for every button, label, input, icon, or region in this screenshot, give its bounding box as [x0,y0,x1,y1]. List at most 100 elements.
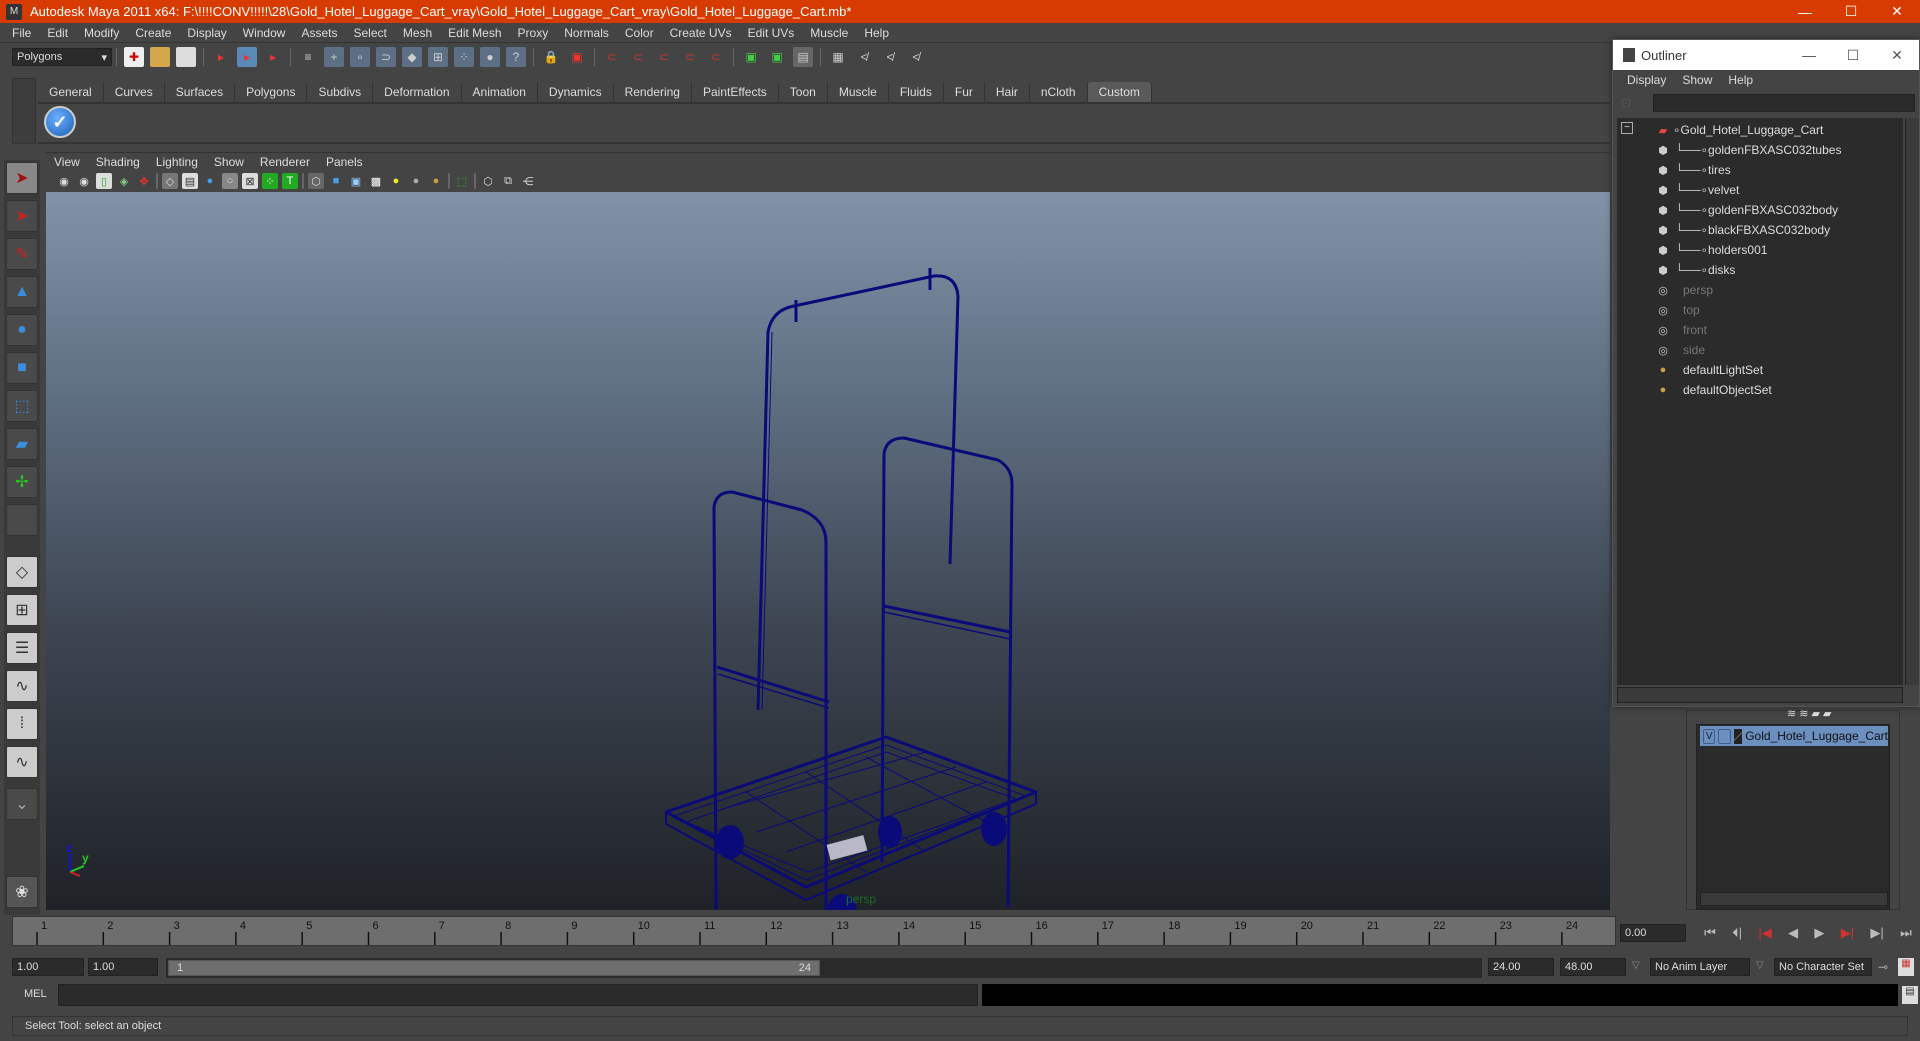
outliner-filter-input[interactable] [1653,94,1915,112]
outliner-title-bar[interactable]: Outliner — ☐ ✕ [1613,40,1919,70]
textured-icon[interactable]: ▩ [368,173,384,189]
last-used-tool-slot[interactable] [6,504,38,536]
viewport-menu-view[interactable]: View [46,155,88,169]
outliner-item[interactable]: ◎ top [1617,300,1903,320]
checkmark-shelf-button-icon[interactable]: ✓ [44,106,76,138]
auto-key-icon[interactable]: ⊸ [1878,960,1888,974]
outliner-menu-help[interactable]: Help [1720,73,1761,87]
snap-to-curve-icon[interactable]: ⊂ [628,47,648,67]
minimize-button[interactable]: — [1782,0,1828,23]
shelf-tab-painteffects[interactable]: PaintEffects [691,82,779,102]
show-manipulator-icon[interactable]: ✢ [6,466,38,498]
image-plane-icon[interactable]: ◈ [116,173,132,189]
menu-edit-mesh[interactable]: Edit Mesh [440,26,509,40]
menu-normals[interactable]: Normals [556,26,617,40]
safe-title-icon[interactable]: T [282,173,298,189]
lasso-tool-icon[interactable]: ➤ [6,200,38,232]
highlight-selection-icon[interactable]: ▣ [567,47,587,67]
wireframe-icon[interactable]: ⬡ [308,173,324,189]
layer-visibility-toggle[interactable]: V [1703,728,1716,744]
select-by-hierarchy-icon[interactable]: ▸ [211,47,231,67]
playback-end-field[interactable]: 24.00 [1488,958,1554,976]
menu-color[interactable]: Color [617,26,662,40]
field-chart-icon[interactable]: ⊠ [242,173,258,189]
select-by-object-icon[interactable]: ▸ [237,47,257,67]
menu-muscle[interactable]: Muscle [802,26,856,40]
select-dynamics-icon[interactable]: ⁘ [454,47,474,67]
render-view-icon[interactable]: ▦ [828,47,848,67]
shelf-tab-animation[interactable]: Animation [461,82,538,102]
outliner-maximize-button[interactable]: ☐ [1831,47,1875,64]
outliner-item[interactable]: ⬢ └──∘ tires [1617,160,1903,180]
viewport-menu-panels[interactable]: Panels [318,155,371,169]
render-current-frame-icon[interactable]: ≮ [854,47,874,67]
menu-edit-uvs[interactable]: Edit UVs [740,26,803,40]
viewport-menu-renderer[interactable]: Renderer [252,155,318,169]
outliner-item[interactable]: ◎ persp [1617,280,1903,300]
character-set-dropdown[interactable]: No Character Set [1774,958,1872,976]
shelf-menu-handle[interactable] [12,78,36,144]
shelf-tab-fur[interactable]: Fur [943,82,985,102]
play-forwards-button[interactable]: ▶ [1814,925,1824,941]
new-scene-icon[interactable]: ✚ [124,47,144,67]
four-view-layout-icon[interactable]: ⊞ [6,594,38,626]
menu-proxy[interactable]: Proxy [510,26,557,40]
menu-edit[interactable]: Edit [39,26,76,40]
shelf-tab-ncloth[interactable]: nCloth [1029,82,1088,102]
outliner-item[interactable]: ⬢ └──∘ goldenFBXASC032body [1617,200,1903,220]
use-all-lights-icon[interactable]: ● [388,173,404,189]
menu-select[interactable]: Select [345,26,394,40]
outliner-item[interactable]: ⬢ └──∘ holders001 [1617,240,1903,260]
select-camera-icon[interactable]: ◉ [56,173,72,189]
step-forward-frame-button[interactable]: ▶| [1841,925,1854,941]
menu-window[interactable]: Window [235,26,294,40]
anim-layer-dropdown[interactable]: No Anim Layer [1650,958,1750,976]
resolution-gate-icon[interactable]: ● [202,173,218,189]
outliner-close-button[interactable]: ✕ [1875,47,1919,64]
shelf-tab-curves[interactable]: Curves [103,82,165,102]
select-surfaces-icon[interactable]: ◆ [402,47,422,67]
go-to-start-button[interactable]: ⏮ [1704,925,1716,941]
step-back-key-button[interactable]: ⏴| [1732,925,1742,941]
layer-row[interactable]: V Gold_Hotel_Luggage_Cart [1700,726,1888,746]
menu-help[interactable]: Help [856,26,897,40]
make-live-icon[interactable]: ⊂ [706,47,726,67]
menu-display[interactable]: Display [179,26,234,40]
shelf-tab-muscle[interactable]: Muscle [827,82,889,102]
output-ops-icon[interactable]: ▣ [767,47,787,67]
save-scene-icon[interactable] [176,47,196,67]
construction-history-icon[interactable]: ▤ [793,47,813,67]
lock-selection-icon[interactable]: 🔒 [541,47,561,67]
filter-toggle-icon[interactable]: ⊡ [1621,96,1641,112]
end-time-field[interactable]: 48.00 [1560,958,1626,976]
render-settings-icon[interactable]: ≮ [906,47,926,67]
outliner-item[interactable]: ● defaultLightSet [1617,360,1903,380]
open-scene-icon[interactable] [150,47,170,67]
command-line-input[interactable] [58,984,978,1006]
use-default-light-icon[interactable]: ● [408,173,424,189]
select-by-component-icon[interactable]: ▸ [263,47,283,67]
shelf-tab-deformation[interactable]: Deformation [373,82,462,102]
perspective-viewport[interactable]: z y persp [46,192,1610,910]
move-tool-icon[interactable]: ▲ [6,276,38,308]
wireframe-on-shaded-icon[interactable]: ▣ [348,173,364,189]
shelf-tab-general[interactable]: General [38,82,104,102]
shelf-tab-dynamics[interactable]: Dynamics [537,82,614,102]
select-handles-icon[interactable]: + [324,47,344,67]
outliner-item[interactable]: ◎ front [1617,320,1903,340]
outliner-item[interactable]: ● defaultObjectSet [1617,380,1903,400]
selection-mask-icon[interactable]: ≡ [298,47,318,67]
shelf-tab-hair[interactable]: Hair [984,82,1030,102]
outliner-menu-show[interactable]: Show [1674,73,1720,87]
go-to-end-button[interactable]: ⏭ [1900,925,1912,941]
scale-tool-icon[interactable]: ■ [6,352,38,384]
outliner-minimize-button[interactable]: — [1787,47,1831,63]
persp-graph-hypergraph-layout-icon[interactable]: ∿ [6,746,38,778]
outliner-vertical-scrollbar[interactable] [1905,118,1919,685]
2d-pan-zoom-icon[interactable]: ✥ [136,173,152,189]
xray-select-icon[interactable]: ⬚ [454,173,470,189]
character-set-chevron-icon[interactable]: ▽ [1756,960,1764,971]
start-time-field[interactable]: 1.00 [12,958,84,976]
script-editor-icon[interactable]: ▤ [1902,986,1918,1004]
select-misc-icon[interactable]: ? [506,47,526,67]
